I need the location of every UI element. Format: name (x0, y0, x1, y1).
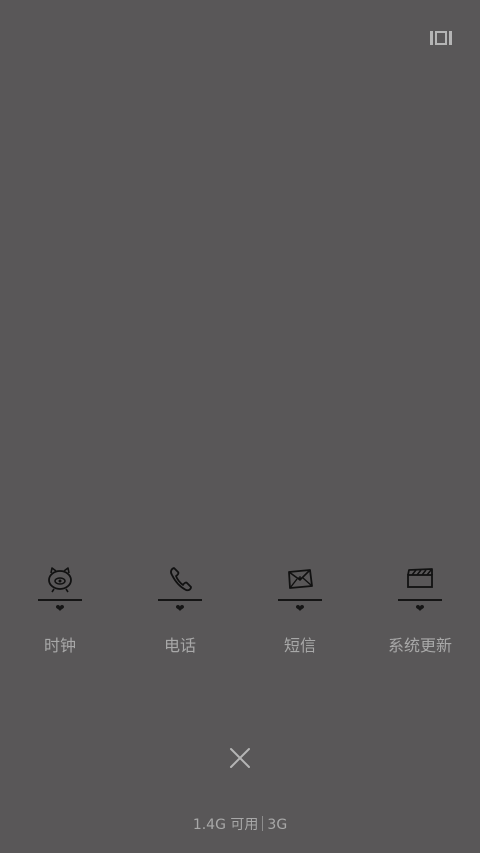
app-underline (158, 599, 202, 601)
clock-icon (45, 564, 75, 594)
close-icon (230, 748, 250, 768)
app-underline (278, 599, 322, 601)
app-clock[interactable]: ❤ 时钟 (0, 560, 120, 670)
heart-icon: ❤ (175, 602, 185, 615)
app-label: 短信 (283, 636, 316, 655)
heart-icon: ❤ (415, 602, 425, 615)
recent-apps-row: ❤ 时钟 ❤ 电话 ❤ 短信 ❤ 系统更新 (0, 560, 480, 670)
app-system-update[interactable]: ❤ 系统更新 (360, 560, 480, 670)
heart-icon: ❤ (295, 602, 305, 615)
phone-icon (165, 564, 195, 594)
network-type: 3G (267, 817, 288, 833)
app-underline (398, 599, 442, 601)
app-phone[interactable]: ❤ 电话 (120, 560, 240, 670)
divider (262, 816, 264, 831)
system-update-icon (405, 564, 435, 594)
message-icon (285, 564, 315, 594)
view-cards-icon[interactable] (430, 30, 452, 46)
app-messages[interactable]: ❤ 短信 (240, 560, 360, 670)
memory-status: 1.4G 可用 3G (0, 816, 480, 834)
available-memory: 1.4G 可用 (192, 817, 259, 833)
close-all-button[interactable] (226, 744, 254, 772)
heart-icon: ❤ (55, 602, 65, 615)
app-label: 系统更新 (387, 636, 452, 655)
app-label: 时钟 (43, 636, 76, 655)
app-label: 电话 (163, 636, 196, 655)
app-underline (38, 599, 82, 601)
